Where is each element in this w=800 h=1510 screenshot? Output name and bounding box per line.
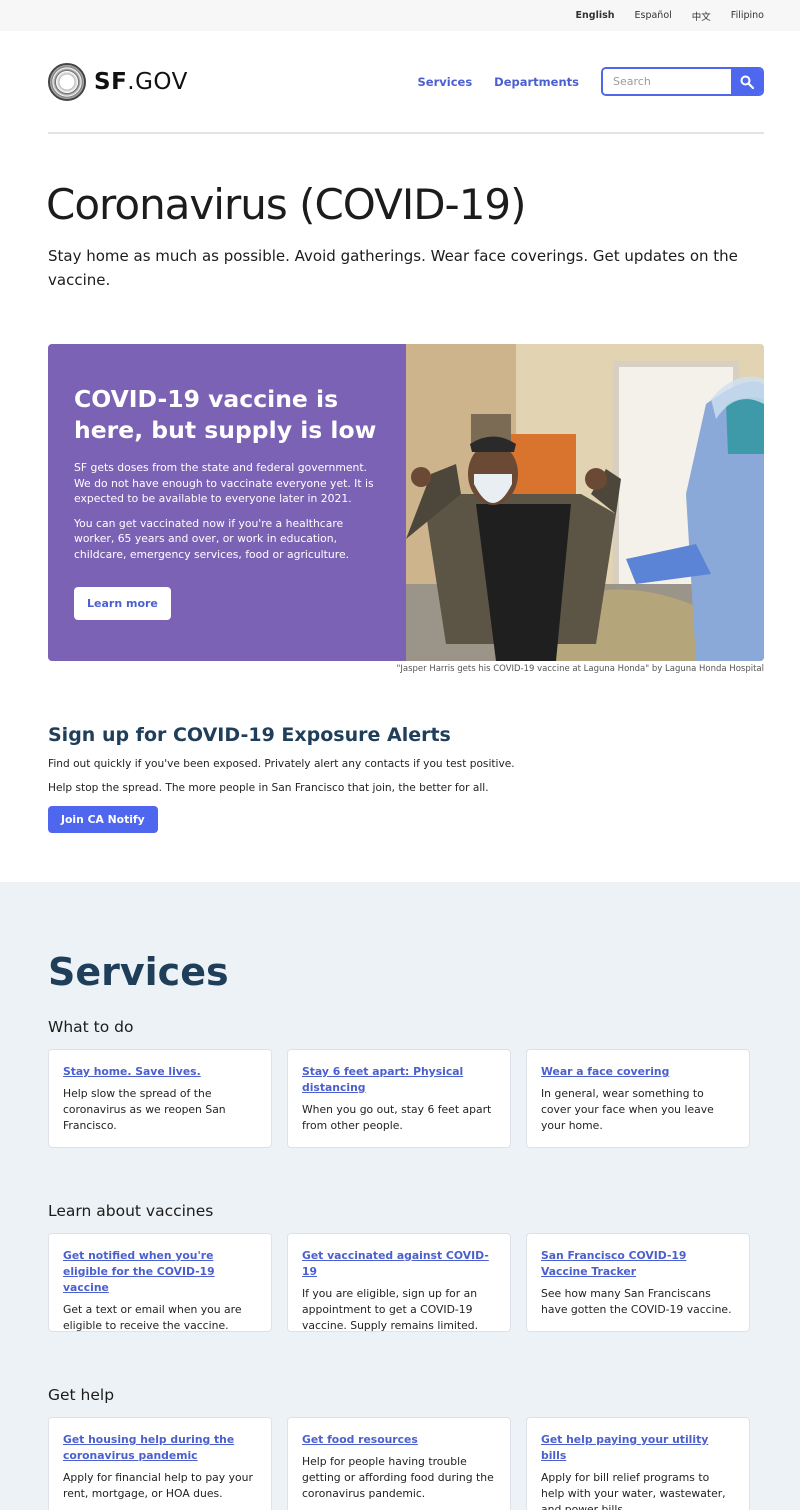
hero-photo [406, 344, 764, 661]
service-link[interactable]: Get help paying your utility bills [541, 1432, 735, 1464]
vaccination-photo-image [406, 344, 764, 661]
hero-paragraph: You can get vaccinated now if you're a h… [74, 516, 350, 561]
sf-gov-logo[interactable]: SF.GOV [48, 62, 188, 101]
search-box [601, 67, 764, 96]
service-card: Get housing help during the coronavirus … [48, 1417, 272, 1510]
card-row: Stay home. Save lives. Help slow the spr… [48, 1049, 800, 1148]
service-description: Apply for bill relief programs to help w… [541, 1471, 726, 1510]
service-link[interactable]: Stay 6 feet apart: Physical distancing [302, 1064, 496, 1096]
card-row: Get housing help during the coronavirus … [48, 1417, 800, 1510]
learn-more-button[interactable]: Learn more [74, 587, 171, 620]
service-card: Get food resources Help for people havin… [287, 1417, 511, 1510]
nav-services[interactable]: Services [418, 75, 473, 89]
page-intro: Stay home as much as possible. Avoid gat… [48, 247, 738, 289]
hero-heading: COVID-19 vaccine is here, but supply is … [74, 385, 377, 444]
services-section: Services What to do Stay home. Save live… [0, 882, 800, 1510]
service-card: Wear a face covering In general, wear so… [526, 1049, 750, 1148]
service-card: Get notified when you're eligible for th… [48, 1233, 272, 1332]
join-ca-notify-button[interactable]: Join CA Notify [48, 806, 158, 833]
page-title: Coronavirus (COVID-19) [46, 180, 527, 229]
language-chinese[interactable]: 中文 [692, 9, 711, 23]
service-link[interactable]: Wear a face covering [541, 1064, 735, 1080]
service-card: San Francisco COVID-19 Vaccine Tracker S… [526, 1233, 750, 1332]
group-title: Get help [48, 1386, 115, 1404]
service-card: Get help paying your utility bills Apply… [526, 1417, 750, 1510]
service-description: In general, wear something to cover your… [541, 1087, 714, 1132]
hero-paragraph: SF gets doses from the state and federal… [74, 461, 374, 505]
city-seal-icon [48, 62, 86, 101]
photo-caption: "Jasper Harris gets his COVID-19 vaccine… [396, 664, 764, 674]
service-description: If you are eligible, sign up for an appo… [302, 1287, 479, 1332]
alerts-heading: Sign up for COVID-19 Exposure Alerts [48, 724, 451, 746]
main-nav: Services Departments [418, 67, 764, 96]
vaccine-hero-banner: COVID-19 vaccine is here, but supply is … [48, 344, 764, 661]
service-link[interactable]: Stay home. Save lives. [63, 1064, 257, 1080]
site-header: SF.GOV Services Departments [48, 31, 764, 134]
language-bar: English Español 中文 Filipino [0, 0, 800, 31]
service-description: Help for people having trouble getting o… [302, 1455, 494, 1500]
alerts-text: Find out quickly if you've been exposed.… [48, 758, 515, 770]
search-icon [740, 75, 754, 89]
service-link[interactable]: Get notified when you're eligible for th… [63, 1248, 257, 1296]
search-input[interactable] [603, 69, 731, 94]
service-link[interactable]: Get vaccinated against COVID-19 [302, 1248, 496, 1280]
exposure-alerts-section: Sign up for COVID-19 Exposure Alerts Fin… [48, 724, 764, 833]
service-description: When you go out, stay 6 feet apart from … [302, 1103, 492, 1132]
service-description: Help slow the spread of the coronavirus … [63, 1087, 226, 1132]
service-link[interactable]: San Francisco COVID-19 Vaccine Tracker [541, 1248, 735, 1280]
group-title: What to do [48, 1018, 134, 1036]
search-button[interactable] [731, 69, 762, 94]
service-card: Get vaccinated against COVID-19 If you a… [287, 1233, 511, 1332]
logo-text: SF.GOV [94, 68, 188, 95]
card-row: Get notified when you're eligible for th… [48, 1233, 800, 1332]
service-link[interactable]: Get housing help during the coronavirus … [63, 1432, 257, 1464]
nav-departments[interactable]: Departments [494, 75, 579, 89]
language-espanol[interactable]: Español [635, 10, 672, 21]
service-description: Apply for financial help to pay your ren… [63, 1471, 253, 1500]
service-card: Stay 6 feet apart: Physical distancing W… [287, 1049, 511, 1148]
alerts-text: Help stop the spread. The more people in… [48, 782, 489, 794]
service-description: Get a text or email when you are eligibl… [63, 1303, 242, 1332]
service-card: Stay home. Save lives. Help slow the spr… [48, 1049, 272, 1148]
group-title: Learn about vaccines [48, 1202, 214, 1220]
services-heading: Services [48, 950, 229, 994]
hero-text-panel: COVID-19 vaccine is here, but supply is … [48, 344, 406, 661]
service-description: See how many San Franciscans have gotten… [541, 1287, 732, 1316]
language-english[interactable]: English [576, 10, 615, 21]
service-group: Learn about vaccines Get notified when y… [48, 1202, 800, 1332]
language-filipino[interactable]: Filipino [731, 10, 764, 21]
service-link[interactable]: Get food resources [302, 1432, 496, 1448]
service-group: What to do Stay home. Save lives. Help s… [48, 1018, 800, 1148]
service-group: Get help Get housing help during the cor… [48, 1386, 800, 1510]
